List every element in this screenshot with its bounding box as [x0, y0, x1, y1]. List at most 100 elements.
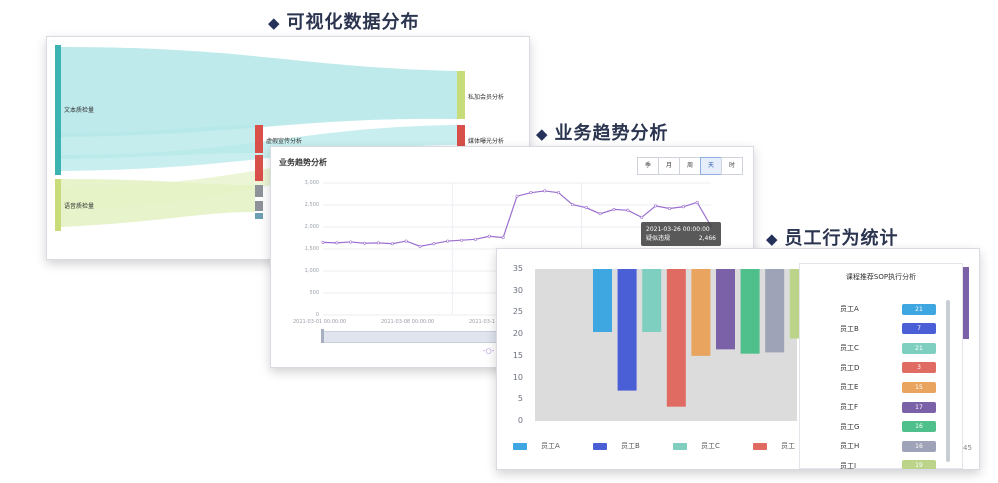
trend-point[interactable]: [335, 241, 339, 245]
trend-point[interactable]: [321, 240, 325, 244]
staff-y-tick: 35: [512, 264, 523, 273]
sop-row-value: 21: [902, 342, 936, 354]
sop-row-value: 21: [902, 303, 936, 315]
legend-item[interactable]: 员工C: [673, 441, 720, 451]
legend-swatch: [673, 442, 687, 450]
sankey-label-target-1: 私加会员分析: [468, 94, 505, 101]
sop-row-name: 员工G: [840, 422, 860, 431]
panel-scrollbar[interactable]: [946, 300, 950, 462]
sop-row[interactable]: 员工C 21: [840, 341, 936, 355]
sop-row[interactable]: 员工G 16: [840, 420, 936, 434]
legend-label: 员工B: [621, 442, 640, 450]
trend-point[interactable]: [460, 238, 464, 242]
trend-point[interactable]: [584, 206, 588, 210]
legend-label: 员工: [781, 442, 795, 450]
staff-y-tick: 5: [517, 394, 523, 404]
tooltip-time: 2021-03-26 00:00:00: [646, 226, 710, 233]
sankey-label-source-text: 文本质检量: [64, 107, 95, 114]
staff-bar[interactable]: [617, 269, 637, 391]
tooltip-value: 2,466: [698, 235, 716, 242]
edge-label: 45: [963, 444, 972, 452]
diamond-icon: ◆: [766, 230, 779, 248]
tooltip-series-name: 疑似违规: [646, 235, 671, 242]
trend-point[interactable]: [376, 241, 380, 245]
sankey-label-middle: 虚假宣传分析: [266, 138, 303, 145]
diamond-icon: ◆: [536, 125, 549, 143]
sop-row-name: 员工E: [840, 383, 859, 392]
staff-y-tick: 0: [517, 416, 523, 425]
trend-point[interactable]: [404, 239, 408, 243]
staff-bar[interactable]: [691, 269, 711, 356]
trend-point[interactable]: [390, 242, 394, 246]
sop-row-value: 16: [902, 421, 936, 433]
trend-point[interactable]: [681, 205, 685, 209]
trend-point[interactable]: [667, 207, 671, 211]
sankey-node-gray-2: [255, 201, 263, 211]
trend-point[interactable]: [349, 240, 353, 244]
trend-point[interactable]: [446, 239, 450, 243]
sop-row[interactable]: 员工H 16: [840, 439, 936, 453]
trend-point[interactable]: [363, 241, 367, 245]
sop-row-name: 员工I: [840, 461, 857, 470]
staff-bar[interactable]: [642, 269, 662, 332]
sankey-node-source-voice: [55, 179, 61, 231]
trend-point[interactable]: [501, 236, 505, 240]
sop-row-value: 16: [902, 440, 936, 452]
sop-row[interactable]: 员工I 19: [840, 459, 936, 470]
sop-row[interactable]: 员工D 3: [840, 361, 936, 375]
trend-point[interactable]: [529, 191, 533, 195]
partial-bar: [963, 267, 969, 339]
sop-panel: 课程推荐SOP执行分析 员工A 21 员工B 7 员工C 21 员工D 3 员工E 15 员工F 17…: [799, 263, 963, 469]
heading-text: 员工行为统计: [784, 228, 899, 249]
trend-point[interactable]: [640, 215, 644, 219]
sankey-node-gray-3: [255, 213, 263, 219]
trend-point[interactable]: [473, 237, 477, 241]
staff-bar[interactable]: [716, 269, 735, 350]
sankey-node-target-1: [457, 71, 465, 119]
legend-swatch: [593, 442, 607, 450]
staff-y-tick: 20: [512, 329, 523, 339]
trend-tooltip: 2021-03-26 00:00:00 疑似违规 2,466: [641, 222, 721, 246]
trend-point[interactable]: [598, 212, 602, 216]
sop-row-value: 7: [902, 323, 936, 335]
trend-point[interactable]: [612, 207, 616, 211]
trend-point[interactable]: [418, 244, 422, 248]
heading-text: 业务趋势分析: [554, 123, 669, 144]
sop-row[interactable]: 员工E 15: [840, 380, 936, 394]
sop-row[interactable]: 员工F 17: [840, 400, 936, 414]
staff-bar[interactable]: [593, 269, 612, 332]
trend-point[interactable]: [487, 234, 491, 238]
legend-item[interactable]: 员工B: [593, 441, 640, 451]
staff-bar[interactable]: [666, 269, 686, 407]
sop-row-name: 员工F: [840, 403, 859, 411]
trend-point[interactable]: [557, 191, 561, 195]
legend-swatch: [513, 442, 527, 450]
trend-point[interactable]: [515, 194, 519, 198]
trend-point[interactable]: [543, 189, 547, 193]
sop-row-name: 员工D: [840, 363, 860, 372]
staff-bar[interactable]: [765, 269, 785, 353]
sop-row[interactable]: 员工B 7: [840, 322, 936, 336]
trend-point[interactable]: [695, 200, 699, 204]
trend-point[interactable]: [626, 208, 630, 212]
trend-point[interactable]: [654, 204, 658, 208]
legend-item[interactable]: 员工A: [513, 441, 560, 451]
sop-row-name: 员工A: [840, 305, 859, 313]
sop-row-value: 17: [902, 401, 936, 413]
sankey-node-middle-2: [255, 155, 263, 181]
legend-line-icon[interactable]: -○-: [483, 347, 494, 355]
trend-point[interactable]: [432, 242, 436, 246]
sop-panel-title: 课程推荐SOP执行分析: [845, 273, 917, 281]
staff-y-tick: 25: [512, 307, 523, 317]
data-zoom-handle[interactable]: [321, 329, 324, 343]
legend-item[interactable]: 员工: [753, 441, 795, 451]
sankey-label-target-2: 媒体曝光分析: [468, 138, 505, 145]
sankey-node-gray: [255, 185, 263, 197]
staff-bar[interactable]: [740, 269, 760, 354]
sop-row-name: 员工B: [840, 324, 859, 333]
sop-row[interactable]: 员工A 21: [840, 302, 936, 316]
heading-visual-distribution: ◆ 可视化数据分布: [268, 8, 420, 34]
legend-swatch: [753, 442, 767, 450]
trend-point[interactable]: [570, 203, 574, 207]
sop-row-name: 员工H: [840, 442, 860, 451]
